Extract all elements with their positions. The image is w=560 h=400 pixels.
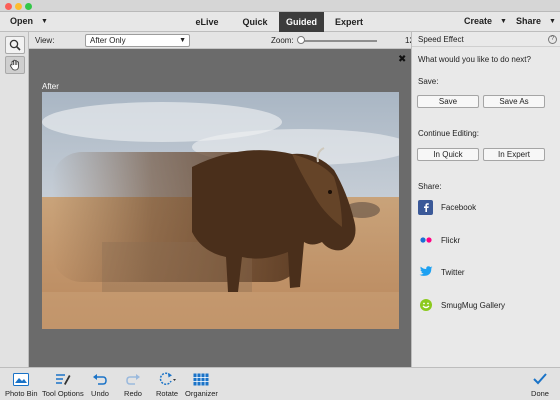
share-heading: Share: — [418, 182, 442, 191]
chevron-down-icon: ▼ — [500, 18, 507, 25]
checkmark-icon — [531, 371, 549, 387]
undo-button[interactable]: Undo — [91, 371, 109, 398]
window-zoom-button[interactable] — [25, 3, 32, 10]
after-view-label: After — [42, 82, 59, 91]
rotate-icon — [158, 371, 177, 387]
twitter-icon — [418, 265, 433, 280]
share-button[interactable]: Share ▼ — [516, 16, 556, 26]
undo-icon — [91, 371, 109, 387]
guided-panel: Speed Effect ? What would you like to do… — [411, 32, 560, 367]
view-label: View: — [35, 36, 55, 45]
create-button[interactable]: Create ▼ — [464, 16, 507, 26]
image-canvas: ✖ After — [29, 49, 411, 367]
mode-tabs: eLive Quick Guided Expert — [183, 12, 374, 32]
zoom-icon — [9, 39, 21, 51]
view-options-bar: View: After Only ▼ Zoom: 12% — [29, 32, 421, 49]
zoom-label: Zoom: — [271, 36, 294, 45]
photo-bin-label: Photo Bin — [5, 389, 38, 398]
window-close-button[interactable] — [5, 3, 12, 10]
rotate-label: Rotate — [156, 389, 179, 398]
open-label: Open — [10, 16, 34, 26]
tab-guided[interactable]: Guided — [279, 12, 324, 32]
bottom-toolbar: Photo Bin Tool Options Undo Redo Rotate … — [0, 367, 560, 400]
done-label: Done — [531, 389, 549, 398]
save-button[interactable]: Save — [417, 95, 479, 108]
redo-icon — [124, 371, 142, 387]
hand-tool[interactable] — [5, 56, 25, 74]
photo-preview — [42, 92, 399, 329]
share-flickr[interactable]: Flickr — [418, 232, 460, 248]
photo-bin-icon — [12, 371, 30, 387]
tab-expert[interactable]: Expert — [324, 12, 374, 32]
view-selected-value: After Only — [90, 36, 126, 45]
undo-label: Undo — [91, 389, 109, 398]
tab-elive[interactable]: eLive — [183, 12, 231, 32]
share-twitter[interactable]: Twitter — [418, 264, 465, 280]
tools-panel — [0, 32, 29, 367]
share-smugmug[interactable]: SmugMug Gallery — [418, 297, 505, 313]
zoom-tool[interactable] — [5, 36, 25, 54]
smugmug-icon — [418, 298, 433, 313]
zoom-slider-track[interactable] — [299, 40, 377, 42]
share-item-label: Facebook — [441, 202, 477, 212]
panel-title: Speed Effect — [418, 35, 464, 44]
zoom-slider-thumb[interactable] — [297, 36, 305, 44]
in-quick-button[interactable]: In Quick — [417, 148, 479, 161]
tab-quick[interactable]: Quick — [231, 12, 279, 32]
view-dropdown[interactable]: After Only ▼ — [85, 34, 190, 47]
share-facebook[interactable]: Facebook — [418, 199, 476, 215]
organizer-label: Organizer — [185, 389, 218, 398]
open-button[interactable]: Open ▼ — [10, 16, 48, 26]
share-item-label: SmugMug Gallery — [441, 300, 506, 310]
facebook-icon — [418, 199, 433, 215]
organizer-button[interactable]: Organizer — [185, 371, 218, 398]
done-button[interactable]: Done — [531, 371, 549, 398]
close-icon[interactable]: ✖ — [398, 54, 406, 65]
redo-label: Redo — [124, 389, 142, 398]
panel-header: Speed Effect ? — [412, 32, 560, 47]
in-expert-button[interactable]: In Expert — [483, 148, 545, 161]
photo-bin-button[interactable]: Photo Bin — [5, 371, 38, 398]
tool-options-icon — [54, 371, 72, 387]
organizer-icon — [192, 371, 210, 387]
hand-icon — [9, 59, 19, 71]
chevron-down-icon: ▼ — [549, 18, 556, 25]
share-item-label: Twitter — [441, 267, 465, 277]
chevron-down-icon: ▼ — [41, 18, 48, 25]
rotate-button[interactable]: Rotate — [156, 371, 178, 398]
window-titlebar — [0, 0, 560, 12]
tool-options-label: Tool Options — [42, 389, 84, 398]
save-as-button[interactable]: Save As — [483, 95, 545, 108]
redo-button[interactable]: Redo — [124, 371, 142, 398]
window-minimize-button[interactable] — [15, 3, 22, 10]
create-label: Create — [464, 16, 493, 26]
continue-editing-heading: Continue Editing: — [418, 129, 479, 138]
flickr-icon — [418, 233, 433, 248]
share-item-label: Flickr — [441, 235, 461, 245]
tool-options-button[interactable]: Tool Options — [42, 371, 84, 398]
chevron-down-icon: ▼ — [179, 37, 186, 44]
next-step-question: What would you like to do next? — [418, 55, 531, 64]
help-icon[interactable]: ? — [548, 35, 557, 44]
app-header: Open ▼ eLive Quick Guided Expert Create ▼ … — [0, 12, 560, 32]
bison-photo — [42, 92, 399, 329]
share-label: Share — [516, 16, 542, 26]
save-heading: Save: — [418, 77, 439, 86]
